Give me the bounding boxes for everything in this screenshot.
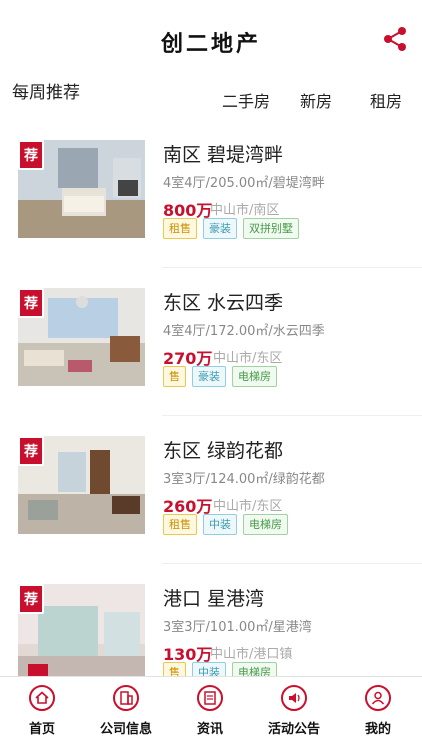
tag: 租售 bbox=[163, 514, 197, 535]
tag-list: 售中装 电梯房 bbox=[163, 662, 283, 676]
nav-news[interactable]: 资讯 bbox=[168, 685, 252, 737]
bottom-nav-bar: 首页 公司信息 资讯 活动公告 我的 bbox=[0, 676, 422, 751]
listing-item[interactable]: 荐 南区 碧堤湾畔 4室4厅/205.00㎡/碧堤湾畔 800万 中山市/南区 … bbox=[0, 120, 422, 268]
news-icon bbox=[197, 685, 223, 711]
listing-title: 港口 星港湾 bbox=[163, 588, 265, 610]
tab-rental[interactable]: 租房 bbox=[370, 88, 402, 112]
listing-photo: 荐 bbox=[18, 288, 145, 386]
listing-list: 荐 南区 碧堤湾畔 4室4厅/205.00㎡/碧堤湾畔 800万 中山市/南区 … bbox=[0, 120, 422, 676]
listing-item[interactable]: 荐 港口 星港湾 3室3厅/101.00㎡/星港湾 130万 中山市/港口镇 售… bbox=[0, 564, 422, 676]
nav-announcements[interactable]: 活动公告 bbox=[252, 685, 336, 737]
listing-item[interactable]: 荐 东区 水云四季 4室4厅/172.00㎡/水云四季 270万 中山市/东区 … bbox=[0, 268, 422, 416]
listing-title: 南区 碧堤湾畔 bbox=[163, 144, 284, 166]
tag: 中装 bbox=[203, 514, 237, 535]
listing-item[interactable]: 荐 东区 绿韵花都 3室3厅/124.00㎡/绿韵花都 260万 中山市/东区 … bbox=[0, 416, 422, 564]
category-tabs: 每周推荐 二手房 新房 租房 bbox=[0, 76, 422, 116]
nav-label: 首页 bbox=[28, 722, 55, 737]
weekly-recommend-label: 每周推荐 bbox=[12, 83, 80, 103]
tab-new-house[interactable]: 新房 bbox=[300, 88, 332, 112]
recommend-badge: 荐 bbox=[18, 584, 44, 614]
tag: 豪装 bbox=[203, 218, 237, 239]
tag: 电梯房 bbox=[232, 662, 277, 676]
tag: 电梯房 bbox=[232, 366, 277, 387]
recommend-badge: 荐 bbox=[18, 140, 44, 170]
listing-spec: 3室3厅/101.00㎡/星港湾 bbox=[163, 620, 312, 635]
building-icon bbox=[113, 685, 139, 711]
app-title: 创二地产 bbox=[160, 32, 261, 57]
nav-label: 公司信息 bbox=[99, 722, 152, 737]
nav-home[interactable]: 首页 bbox=[0, 685, 84, 737]
listing-spec: 4室4厅/172.00㎡/水云四季 bbox=[163, 324, 325, 339]
tag: 售 bbox=[163, 366, 186, 387]
tag: 豪装 bbox=[192, 366, 226, 387]
nav-label: 我的 bbox=[364, 722, 391, 737]
tag-list: 租售 中装 电梯房 bbox=[163, 514, 294, 535]
tag-list: 售豪装 电梯房 bbox=[163, 366, 283, 387]
nav-label: 活动公告 bbox=[267, 722, 320, 737]
listing-photo: 荐 bbox=[18, 436, 145, 534]
share-icon[interactable] bbox=[382, 26, 408, 52]
listing-location: 中山市/东区 bbox=[213, 499, 283, 514]
tag: 中装 bbox=[192, 662, 226, 676]
listing-location: 中山市/港口镇 bbox=[210, 647, 293, 662]
tab-second-hand[interactable]: 二手房 bbox=[222, 88, 270, 112]
home-icon bbox=[29, 685, 55, 711]
speaker-icon bbox=[281, 685, 307, 711]
listing-photo: 荐 bbox=[18, 584, 145, 676]
nav-profile[interactable]: 我的 bbox=[336, 685, 420, 737]
listing-title: 东区 绿韵花都 bbox=[163, 440, 284, 462]
tag: 电梯房 bbox=[243, 514, 288, 535]
listing-title: 东区 水云四季 bbox=[163, 292, 284, 314]
tag: 租售 bbox=[163, 218, 197, 239]
tag-list: 租售 豪装 双拼别墅 bbox=[163, 218, 305, 239]
nav-label: 资讯 bbox=[196, 722, 223, 737]
listing-spec: 4室4厅/205.00㎡/碧堤湾畔 bbox=[163, 176, 325, 191]
listing-location: 中山市/东区 bbox=[213, 351, 283, 366]
listing-spec: 3室3厅/124.00㎡/绿韵花都 bbox=[163, 472, 325, 487]
app-header: 创二地产 bbox=[0, 0, 422, 70]
listing-location: 中山市/南区 bbox=[210, 203, 280, 218]
tag: 双拼别墅 bbox=[243, 218, 299, 239]
listing-photo: 荐 bbox=[18, 140, 145, 238]
nav-company-info[interactable]: 公司信息 bbox=[84, 685, 168, 737]
tag: 售 bbox=[163, 662, 186, 676]
user-icon bbox=[365, 685, 391, 711]
recommend-badge: 荐 bbox=[18, 288, 44, 318]
recommend-badge: 荐 bbox=[18, 436, 44, 466]
